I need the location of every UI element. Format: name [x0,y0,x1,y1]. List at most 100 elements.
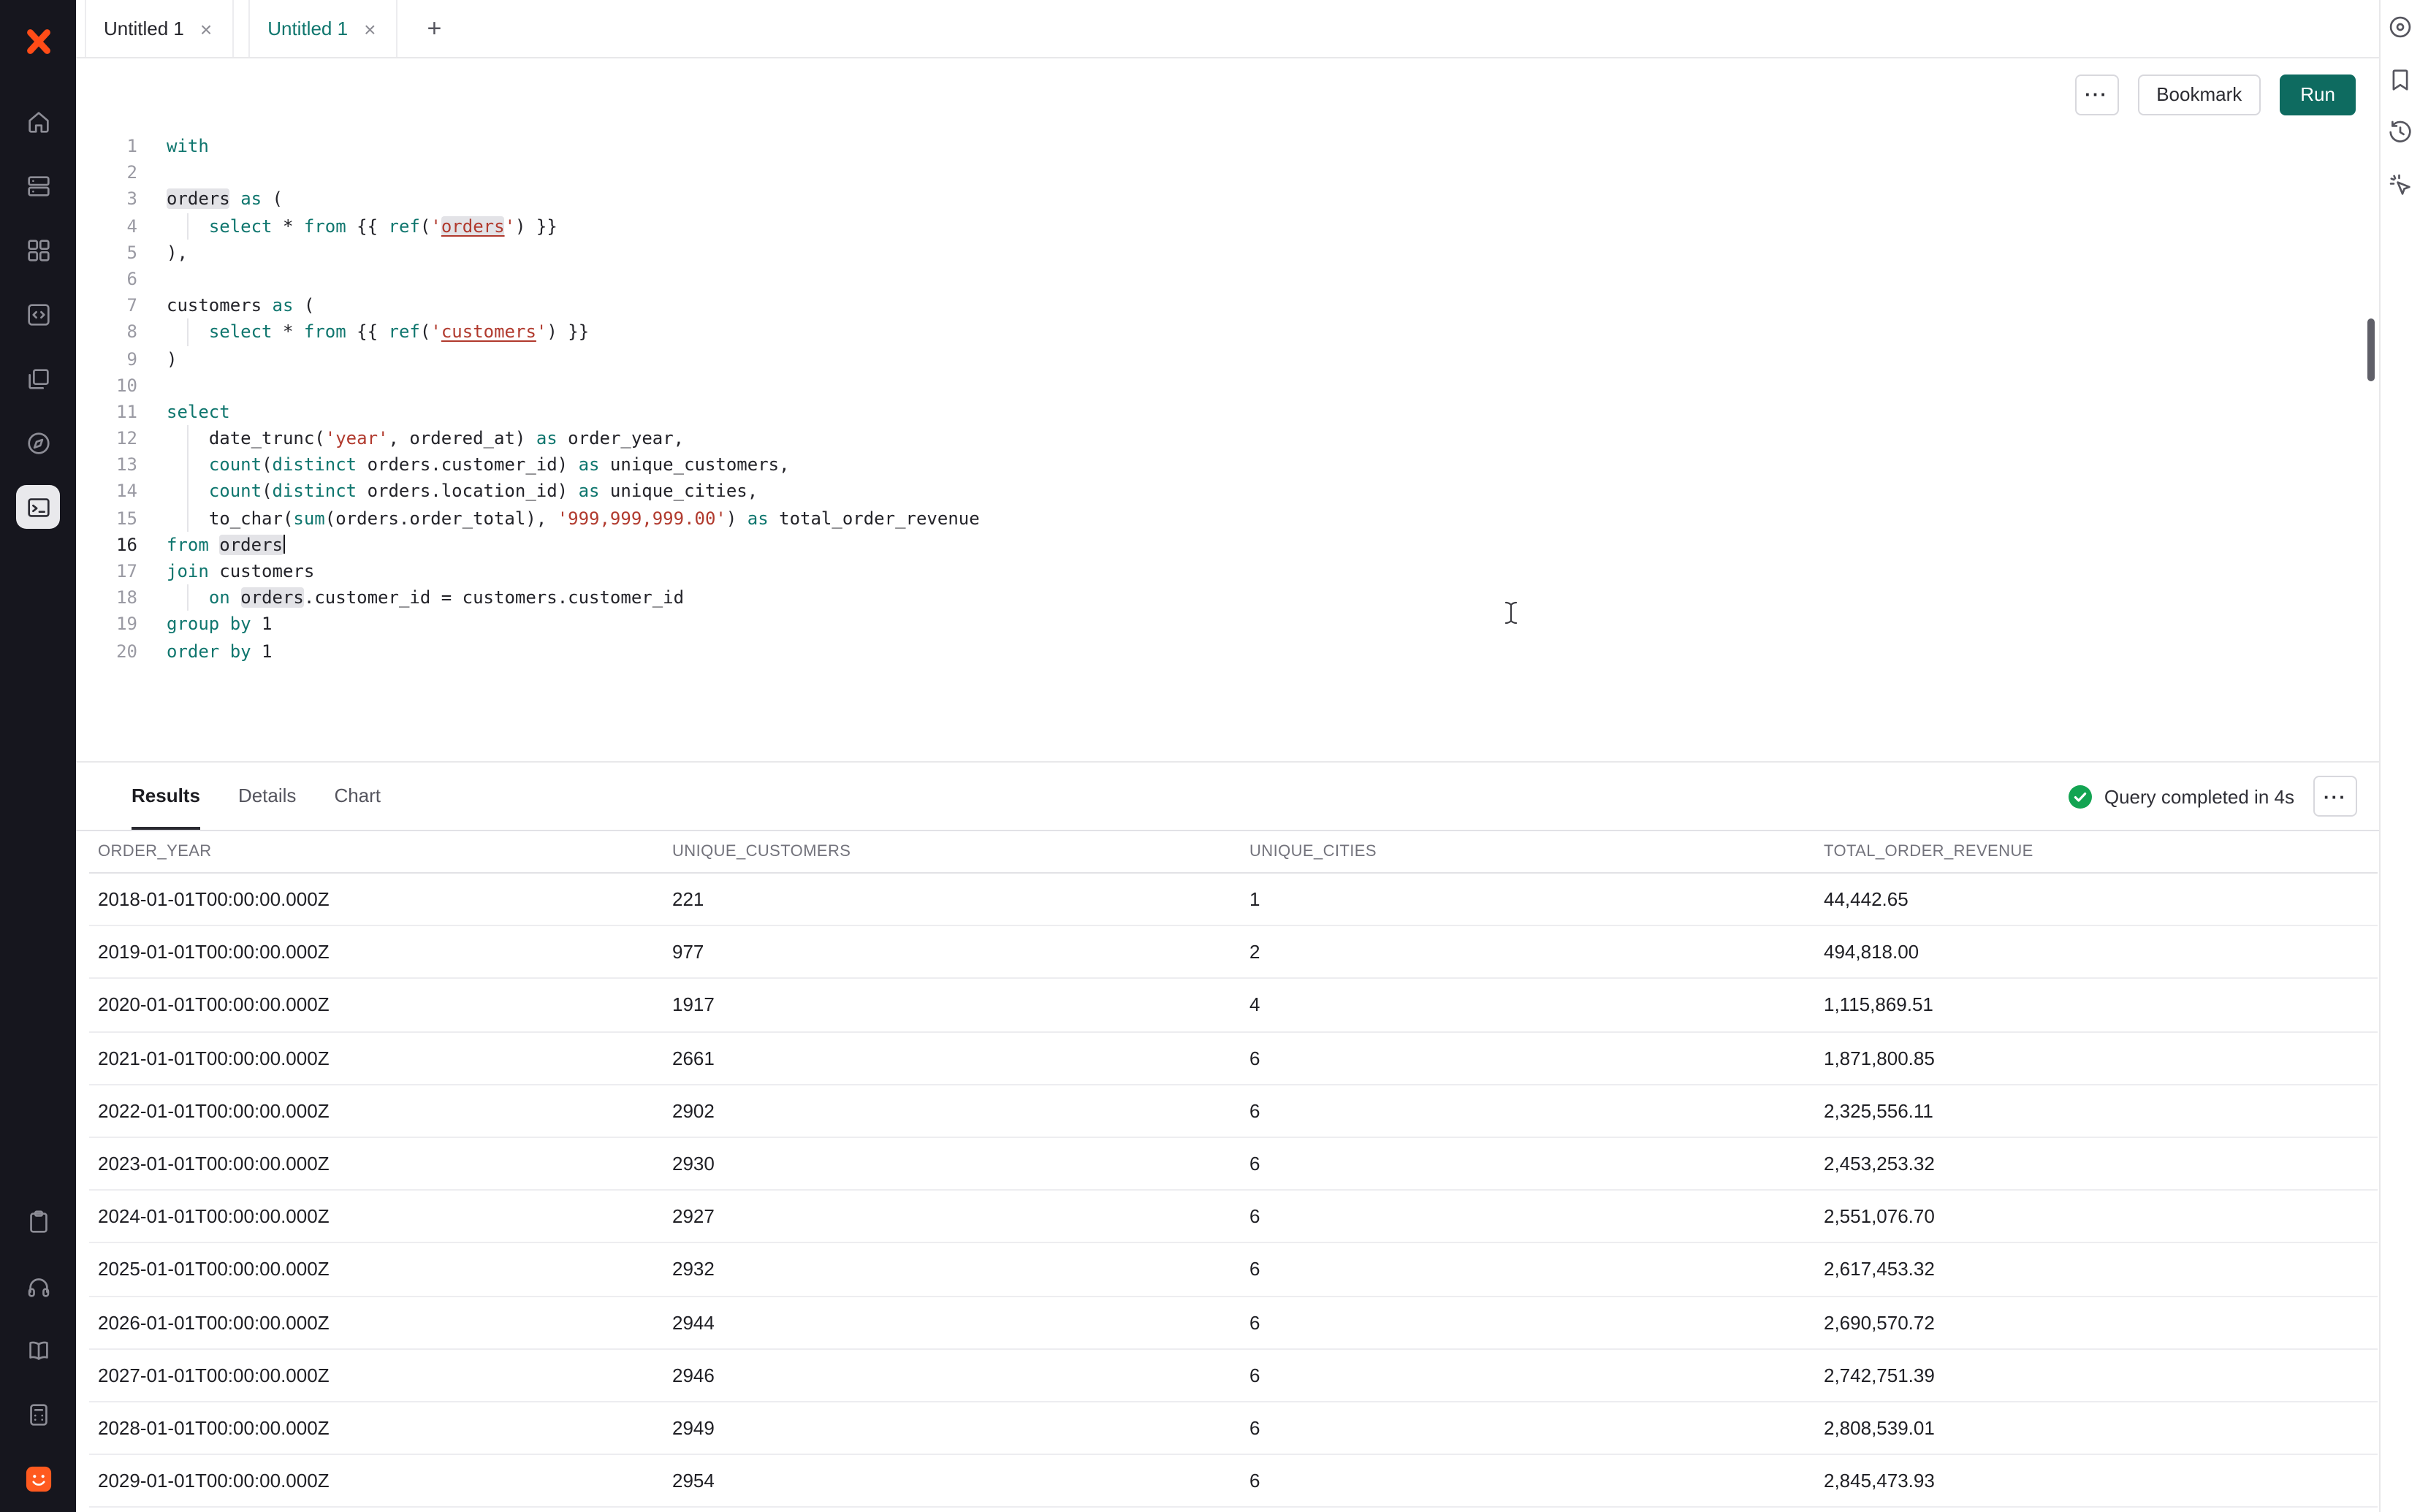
table-cell: 1,115,869.51 [1815,980,2378,1031]
code-line[interactable]: 9) [76,345,2379,372]
table-cell: 44,442.65 [1815,874,2378,925]
table-cell: 2,742,751.39 [1815,1349,2378,1400]
table-cell: 2,551,076.70 [1815,1191,2378,1242]
results-table: ORDER_YEARUNIQUE_CUSTOMERSUNIQUE_CITIEST… [89,831,2378,1512]
code-line[interactable]: 7customers as ( [76,292,2379,318]
table-cell: 2,690,570.72 [1815,1297,2378,1348]
line-content [137,159,167,186]
windows-icon [24,364,52,392]
column-header[interactable]: UNIQUE_CUSTOMERS [663,831,1241,872]
sidebar-item-database[interactable] [16,164,60,207]
table-row[interactable]: 2026-01-01T00:00:00.000Z294462,690,570.7… [89,1297,2378,1349]
code-line[interactable]: 10 [76,372,2379,398]
table-cell: 2022-01-01T00:00:00.000Z [89,1085,663,1137]
column-header[interactable]: UNIQUE_CITIES [1241,831,1815,872]
sidebar-item-windows[interactable] [16,356,60,400]
code-line[interactable]: 4 select * from {{ ref('orders') }} [76,213,2379,239]
right-sidebar-item-bookmark[interactable] [2383,61,2418,96]
sidebar-item-calculator[interactable] [16,1392,60,1436]
sidebar-item-compass[interactable] [16,421,60,465]
code-line[interactable]: 19group by 1 [76,611,2379,638]
table-row[interactable]: 2027-01-01T00:00:00.000Z294662,742,751.3… [89,1349,2378,1402]
editor-tabs: Untitled 1×Untitled 1× [85,0,412,57]
line-content: customers as ( [137,292,314,318]
table-row[interactable]: 2018-01-01T00:00:00.000Z221144,442.65 [89,874,2378,926]
code-line[interactable]: 1with [76,133,2379,159]
line-number: 6 [76,266,137,292]
table-cell: 2025-01-01T00:00:00.000Z [89,1244,663,1295]
code-line[interactable]: 13 count(distinct orders.customer_id) as… [76,452,2379,478]
table-row[interactable]: 2021-01-01T00:00:00.000Z266161,871,800.8… [89,1032,2378,1085]
table-cell: 6 [1241,1032,1815,1083]
results-tab-results[interactable]: Results [132,763,200,830]
table-cell: 2946 [663,1349,1241,1400]
table-cell: 6 [1241,1402,1815,1454]
line-number: 15 [76,505,137,531]
editor-tab[interactable]: Untitled 1× [248,0,397,57]
code-line[interactable]: 17join customers [76,558,2379,584]
code-line[interactable]: 12 date_trunc('year', ordered_at) as ord… [76,425,2379,451]
results-tabs: Results Details Chart [132,763,381,830]
table-cell: 2030-01-01T00:00:00.000Z [89,1508,663,1512]
table-cell: 1917 [663,980,1241,1031]
code-line[interactable]: 6 [76,266,2379,292]
tab-close-icon[interactable]: × [361,15,378,42]
column-header[interactable]: ORDER_YEAR [89,831,663,872]
sidebar-item-headphones[interactable] [16,1264,60,1307]
sidebar-item-apps-grid[interactable] [16,228,60,272]
code-line[interactable]: 14 count(distinct orders.location_id) as… [76,478,2379,505]
code-line[interactable]: 11select [76,399,2379,425]
results-tab-chart[interactable]: Chart [334,763,381,830]
code-line[interactable]: 8 select * from {{ ref('customers') }} [76,319,2379,345]
table-row[interactable]: 2024-01-01T00:00:00.000Z292762,551,076.7… [89,1191,2378,1243]
tab-close-icon[interactable]: × [197,15,215,42]
more-options-button[interactable]: ··· [2074,74,2118,115]
sidebar-item-home[interactable] [16,99,60,143]
line-number: 18 [76,584,137,611]
code-line[interactable]: 16from orders [76,532,2379,558]
table-row[interactable]: 2023-01-01T00:00:00.000Z293062,453,253.3… [89,1138,2378,1191]
sidebar-item-brand-badge[interactable] [16,1456,60,1500]
sidebar-item-notebook[interactable] [16,1328,60,1372]
right-sidebar-item-cursor-click[interactable] [2383,167,2418,202]
brand-x-icon [21,24,55,58]
table-row[interactable]: 2029-01-01T00:00:00.000Z295462,845,473.9… [89,1455,2378,1508]
table-row[interactable]: 2022-01-01T00:00:00.000Z290262,325,556.1… [89,1085,2378,1138]
table-row[interactable]: 2025-01-01T00:00:00.000Z293262,617,453.3… [89,1244,2378,1297]
table-cell: 2021-01-01T00:00:00.000Z [89,1032,663,1083]
table-cell: 2930 [663,1138,1241,1189]
bookmark-button[interactable]: Bookmark [2137,74,2261,115]
code-line[interactable]: 3orders as ( [76,186,2379,213]
code-line[interactable]: 18 on orders.customer_id = customers.cus… [76,584,2379,611]
line-content: on orders.customer_id = customers.custom… [137,584,684,611]
results-tab-details[interactable]: Details [238,763,297,830]
brand-badge-icon [24,1465,52,1492]
run-button[interactable]: Run [2280,74,2356,115]
code-line[interactable]: 20order by 1 [76,638,2379,664]
sidebar-nav-top [16,99,60,529]
line-content [137,266,167,292]
table-row[interactable]: 2020-01-01T00:00:00.000Z191741,115,869.5… [89,980,2378,1032]
line-content: order by 1 [137,638,273,664]
editor-tab[interactable]: Untitled 1× [85,0,234,57]
sidebar-item-clipboard[interactable] [16,1199,60,1243]
table-row[interactable]: 2028-01-01T00:00:00.000Z294962,808,539.0… [89,1402,2378,1455]
sidebar-item-code-editor[interactable] [16,292,60,336]
table-row[interactable]: 2030-01-01T00:00:00.000Z287961,841,049.3… [89,1508,2378,1512]
table-row[interactable]: 2019-01-01T00:00:00.000Z9772494,818.00 [89,926,2378,979]
table-cell: 2932 [663,1244,1241,1295]
sidebar-item-terminal[interactable] [16,485,60,529]
code-line[interactable]: 2 [76,159,2379,186]
sql-editor[interactable]: 1with23orders as (4 select * from {{ ref… [76,130,2379,761]
editor-scrollbar-thumb[interactable] [2367,318,2375,381]
clipboard-icon [24,1207,52,1235]
brand-logo[interactable] [0,0,76,82]
right-sidebar-item-copilot[interactable] [2383,9,2418,44]
code-line[interactable]: 15 to_char(sum(orders.order_total), '999… [76,505,2379,531]
column-header[interactable]: TOTAL_ORDER_REVENUE [1815,831,2378,872]
new-tab-button[interactable]: + [412,14,456,43]
results-more-button[interactable]: ··· [2313,776,2357,817]
code-line[interactable]: 5), [76,240,2379,266]
right-sidebar-item-history[interactable] [2383,114,2418,149]
table-header: ORDER_YEARUNIQUE_CUSTOMERSUNIQUE_CITIEST… [89,831,2378,874]
